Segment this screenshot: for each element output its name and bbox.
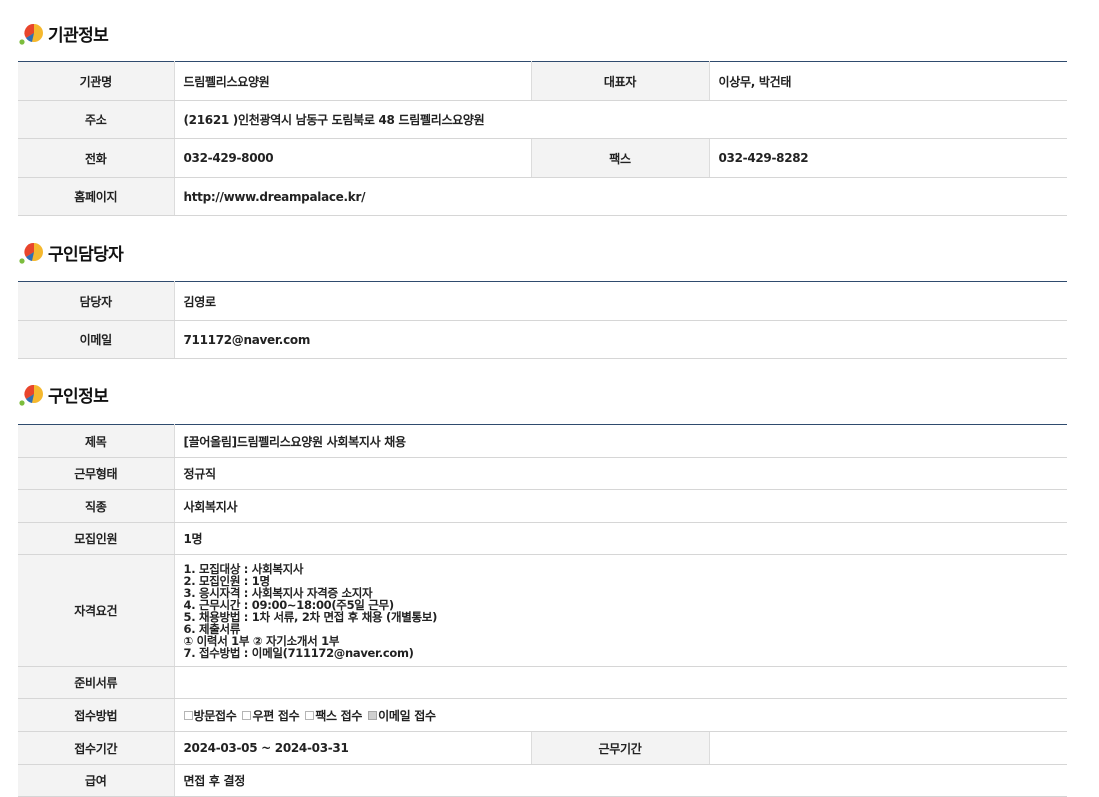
fax-value: 032-429-8282 <box>708 138 1067 178</box>
table-row: 홈페이지 http://www.dreampalace.kr/ <box>18 177 1067 216</box>
docs-label: 준비서류 <box>18 666 174 699</box>
table-row: 기관명 드림펠리스요양원 대표자 이상무, 박건태 <box>18 61 1067 101</box>
address-value: (21621 )인천광역시 남동구 도림북로 48 드림펠리스요양원 <box>173 100 1067 139</box>
method-visit[interactable]: 방문접수 <box>183 707 237 724</box>
job-table: 제목 [끌어올림]드림펠리스요양원 사회복지사 채용 근무형태 정규직 직종 사… <box>18 424 1068 797</box>
period-value: 2024-03-05 ~ 2024-03-31 <box>173 731 531 765</box>
method-fax[interactable]: 팩스 접수 <box>305 707 362 724</box>
method-email[interactable]: 이메일 접수 <box>368 707 436 724</box>
checkbox-icon[interactable] <box>183 710 193 720</box>
work-period-label: 근무기간 <box>530 731 709 765</box>
fax-label: 팩스 <box>530 138 709 178</box>
person-label: 담당자 <box>18 281 174 321</box>
rep-value: 이상무, 박건태 <box>708 61 1067 101</box>
method-label: 접수방법 <box>18 698 174 732</box>
table-row: 직종 사회복지사 <box>18 489 1068 523</box>
section-title: 구인정보 <box>48 386 109 407</box>
logo-icon <box>19 23 43 45</box>
homepage-label: 홈페이지 <box>18 177 174 216</box>
address-label: 주소 <box>18 100 174 139</box>
logo-icon <box>19 242 43 264</box>
org-name-value: 드림펠리스요양원 <box>173 61 531 101</box>
contact-table: 담당자 김영로 이메일 711172@naver.com <box>18 281 1067 359</box>
work-type-label: 근무형태 <box>18 457 174 490</box>
requirement-line: 5. 채용방법 : 1차 서류, 2차 면접 후 채용 (개별통보) <box>183 610 438 624</box>
table-row: 준비서류 <box>18 666 1068 699</box>
work-period-value <box>708 731 1068 765</box>
org-section-header: 기관정보 <box>18 18 109 48</box>
table-row: 이메일 711172@naver.com <box>18 320 1067 359</box>
org-name-label: 기관명 <box>18 61 174 101</box>
requirement-line: 7. 접수방법 : 이메일(711172@naver.com) <box>183 646 414 660</box>
job-section-header: 구인정보 <box>18 379 109 409</box>
method-label-text: 방문접수 <box>193 708 237 723</box>
requirement-line: 1. 모집대상 : 사회복지사 <box>183 562 304 576</box>
tel-label: 전화 <box>18 138 174 178</box>
method-value: 방문접수 우편 접수 팩스 접수 이메일 접수 <box>173 698 1068 732</box>
method-post[interactable]: 우편 접수 <box>242 707 300 724</box>
work-type-value: 정규직 <box>173 457 1068 490</box>
table-row: 전화 032-429-8000 팩스 032-429-8282 <box>18 138 1067 178</box>
person-value: 김영로 <box>173 281 1067 321</box>
rep-label: 대표자 <box>530 61 709 101</box>
period-label: 접수기간 <box>18 731 174 765</box>
method-label-text: 이메일 접수 <box>378 708 436 723</box>
checkbox-icon[interactable] <box>305 710 315 720</box>
section-title: 기관정보 <box>48 25 109 46</box>
table-row: 모집인원 1명 <box>18 522 1068 555</box>
section-title: 구인담당자 <box>48 244 124 265</box>
subject-label: 제목 <box>18 424 174 458</box>
table-row: 담당자 김영로 <box>18 281 1067 321</box>
logo-icon <box>19 384 43 406</box>
table-row: 근무형태 정규직 <box>18 457 1068 490</box>
method-label-text: 팩스 접수 <box>315 708 363 723</box>
requirements-label: 자격요건 <box>18 554 174 667</box>
table-row: 자격요건 1. 모집대상 : 사회복지사 2. 모집인원 : 1명 3. 응시자… <box>18 554 1068 667</box>
docs-value <box>173 666 1068 699</box>
occupation-label: 직종 <box>18 489 174 523</box>
table-row: 제목 [끌어올림]드림펠리스요양원 사회복지사 채용 <box>18 424 1068 458</box>
requirements-value: 1. 모집대상 : 사회복지사 2. 모집인원 : 1명 3. 응시자격 : 사… <box>173 554 1068 667</box>
email-value: 711172@naver.com <box>173 320 1067 359</box>
contact-section-header: 구인담당자 <box>18 237 124 267</box>
subject-value: [끌어올림]드림펠리스요양원 사회복지사 채용 <box>173 424 1068 458</box>
count-value: 1명 <box>173 522 1068 555</box>
table-row: 접수기간 2024-03-05 ~ 2024-03-31 근무기간 <box>18 731 1068 765</box>
checkbox-icon[interactable] <box>242 710 252 720</box>
checkbox-checked-icon[interactable] <box>368 710 378 720</box>
table-row: 주소 (21621 )인천광역시 남동구 도림북로 48 드림펠리스요양원 <box>18 100 1067 139</box>
email-label: 이메일 <box>18 320 174 359</box>
org-info-table: 기관명 드림펠리스요양원 대표자 이상무, 박건태 주소 (21621 )인천광… <box>18 61 1067 216</box>
count-label: 모집인원 <box>18 522 174 555</box>
occupation-value: 사회복지사 <box>173 489 1068 523</box>
table-row: 접수방법 방문접수 우편 접수 팩스 접수 이메일 접수 <box>18 698 1068 732</box>
method-label-text: 우편 접수 <box>252 708 300 723</box>
homepage-link[interactable]: http://www.dreampalace.kr/ <box>173 177 1067 216</box>
tel-value: 032-429-8000 <box>173 138 531 178</box>
